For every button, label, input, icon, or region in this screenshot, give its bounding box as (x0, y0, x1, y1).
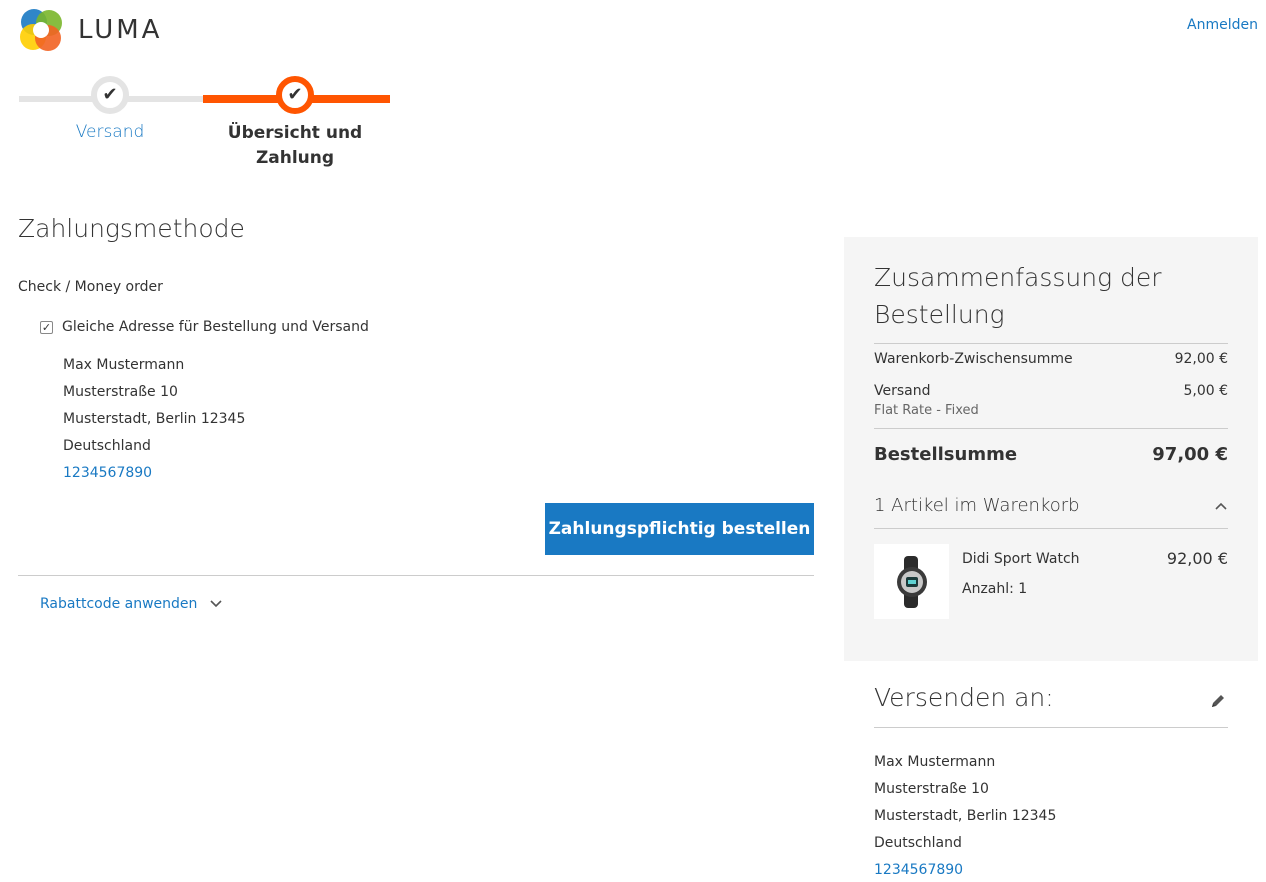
place-order-button[interactable]: Zahlungspflichtig bestellen (545, 503, 814, 555)
divider (874, 727, 1228, 728)
billing-address: Max Mustermann Musterstraße 10 Mustersta… (63, 352, 245, 487)
shipping-value: 5,00 € (1183, 383, 1228, 399)
subtotal-row: Warenkorb-Zwischensumme 92,00 € (874, 351, 1228, 367)
order-total-row: Bestellsumme 97,00 € (874, 444, 1228, 465)
checkmark-icon: ✔ (287, 84, 303, 105)
shipping-street: Musterstraße 10 (874, 781, 989, 797)
order-total-label: Bestellsumme (874, 444, 1018, 465)
brand-name: LUMA (78, 15, 163, 45)
billing-country: Deutschland (63, 438, 151, 454)
shipping-method: Flat Rate - Fixed (874, 403, 979, 418)
checkmark-icon: ✔ (102, 84, 118, 105)
divider (874, 343, 1228, 344)
chevron-up-icon[interactable] (1214, 499, 1228, 513)
cart-items-heading[interactable]: 1 Artikel im Warenkorb (874, 495, 1080, 516)
discount-code-toggle[interactable]: Rabattcode anwenden (40, 596, 223, 612)
payment-method-name: Check / Money order (18, 279, 163, 295)
shipping-row: Versand 5,00 € (874, 383, 1228, 399)
summary-title: Zusammenfassung der Bestellung (874, 263, 1162, 329)
shipping-address: Max Mustermann Musterstraße 10 Mustersta… (874, 749, 1056, 882)
product-name: Didi Sport Watch (962, 551, 1080, 567)
billing-street: Musterstraße 10 (63, 384, 178, 400)
signin-link[interactable]: Anmelden (1187, 17, 1258, 33)
shipping-name: Max Mustermann (874, 754, 996, 770)
subtotal-label: Warenkorb-Zwischensumme (874, 351, 1073, 367)
step-review-label: Übersicht und Zahlung (227, 123, 363, 168)
ship-to-title: Versenden an: (874, 683, 1054, 712)
shipping-label: Versand (874, 383, 931, 399)
luma-logo-icon (20, 9, 62, 51)
subtotal-value: 92,00 € (1174, 351, 1228, 367)
order-total-value: 97,00 € (1152, 444, 1228, 465)
shipping-phone-link[interactable]: 1234567890 (874, 862, 963, 878)
divider (874, 528, 1228, 529)
watch-icon (896, 555, 927, 608)
product-qty: Anzahl: 1 (962, 581, 1028, 597)
same-address-label[interactable]: Gleiche Adresse für Bestellung und Versa… (62, 319, 369, 335)
divider (18, 575, 814, 576)
step-shipping-circle[interactable]: ✔ (91, 76, 129, 114)
product-price: 92,00 € (1166, 549, 1228, 568)
cart-items-toggle[interactable]: 1 Artikel im Warenkorb (874, 495, 1228, 516)
order-summary: Zusammenfassung der Bestellung Warenkorb… (844, 237, 1258, 661)
shipping-country: Deutschland (874, 835, 962, 851)
pencil-edit-icon[interactable] (1210, 693, 1226, 709)
billing-name: Max Mustermann (63, 357, 185, 373)
chevron-down-icon[interactable] (209, 597, 223, 611)
payment-title: Zahlungsmethode (18, 214, 245, 243)
shipping-city: Musterstadt, Berlin 12345 (874, 808, 1057, 824)
checkbox-checked-icon[interactable]: ✓ (40, 320, 53, 334)
luma-logo[interactable]: LUMA (18, 7, 162, 53)
billing-phone-link[interactable]: 1234567890 (63, 465, 152, 481)
step-shipping-label[interactable]: Versand (30, 122, 190, 142)
discount-label[interactable]: Rabattcode anwenden (40, 596, 197, 612)
same-address-checkbox[interactable]: ✓ Gleiche Adresse für Bestellung und Ver… (40, 319, 369, 335)
product-thumbnail (874, 544, 949, 619)
step-review-circle: ✔ (276, 76, 314, 114)
divider (874, 428, 1228, 429)
billing-city: Musterstadt, Berlin 12345 (63, 411, 246, 427)
checkout-progress: ✔ Versand ✔ Übersicht und Zahlung (18, 74, 390, 174)
